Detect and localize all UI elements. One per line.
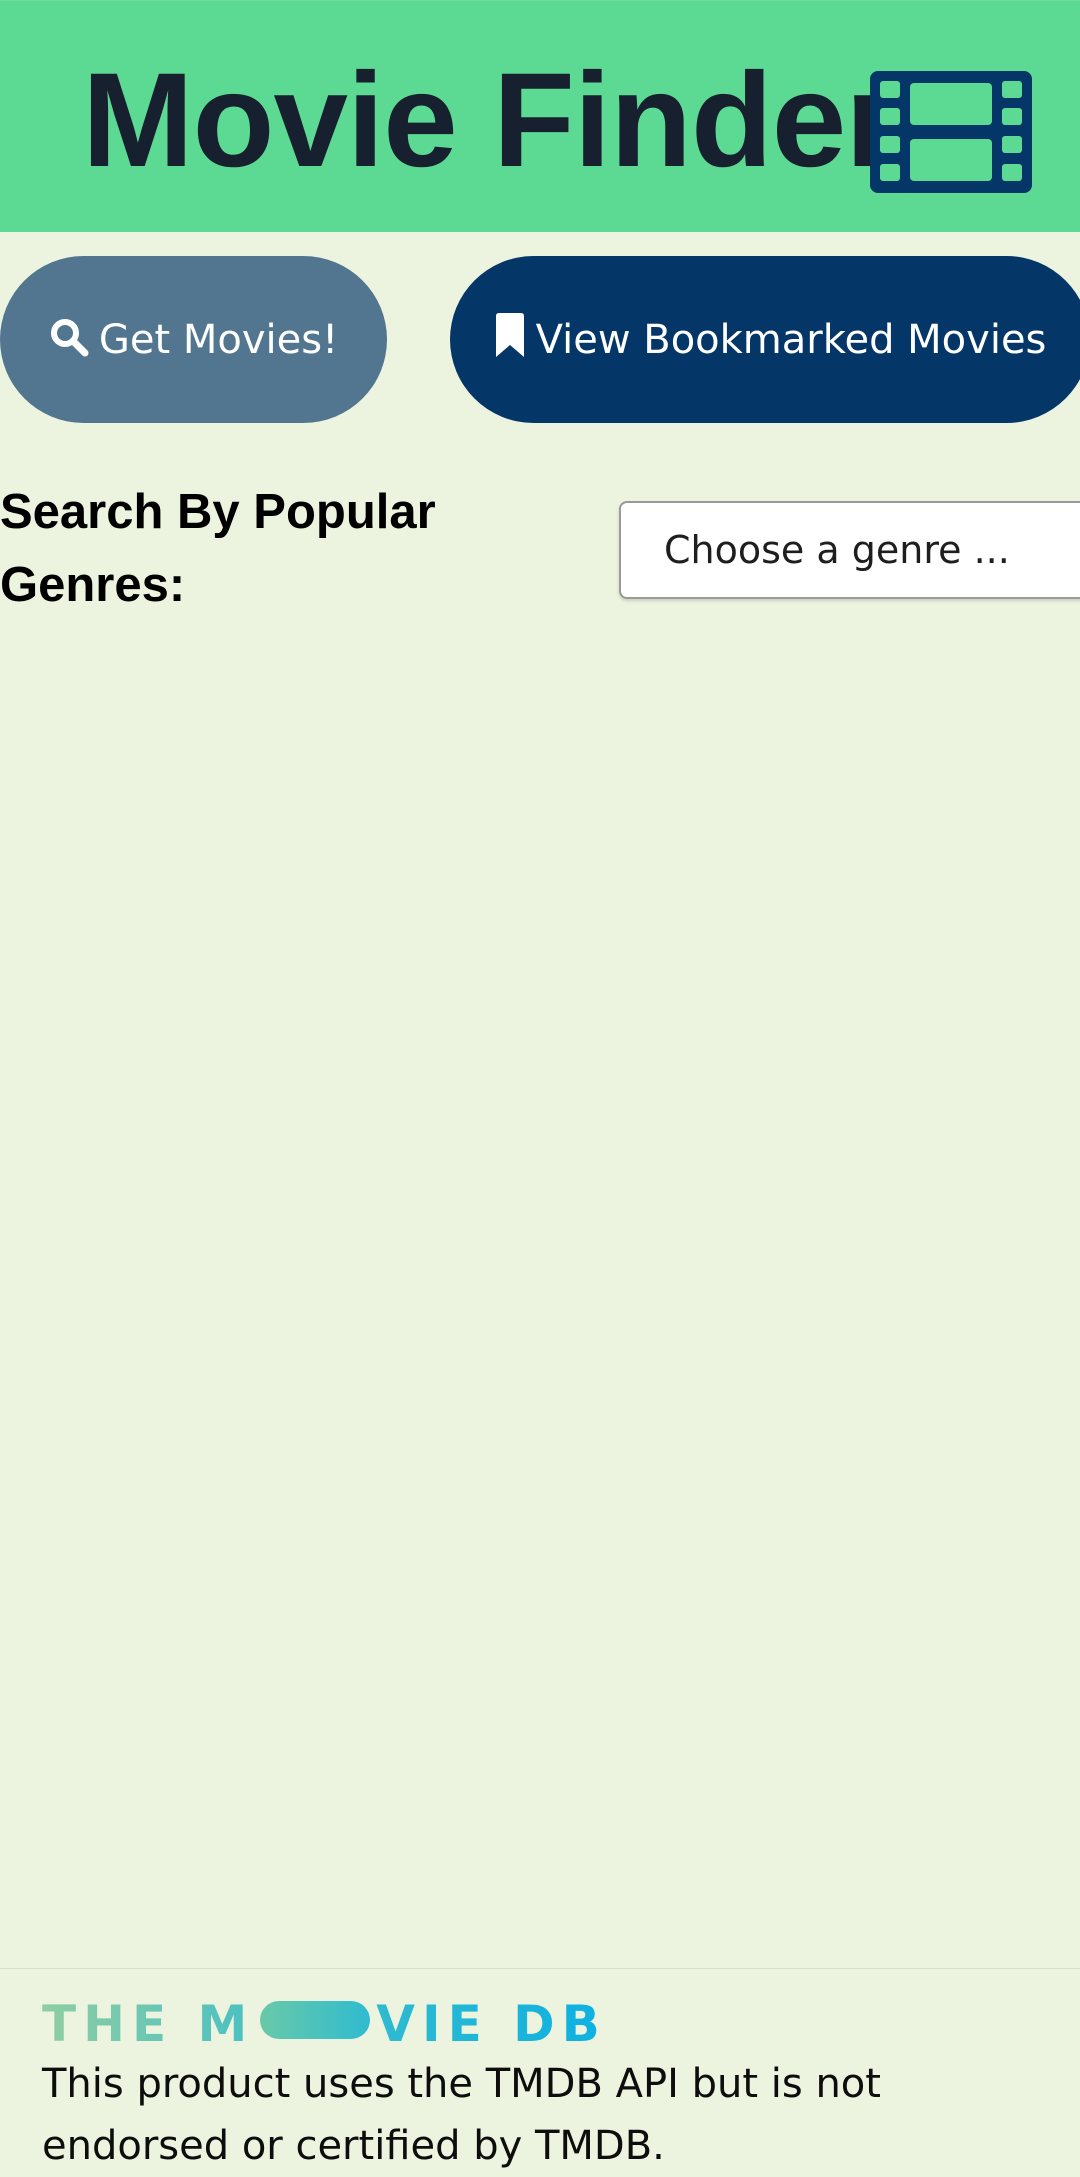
footer: THE M VIE DB This product uses the TMDB A… — [0, 1968, 1080, 2169]
genre-search-label: Search By Popular Genres: — [0, 485, 436, 612]
film-icon — [870, 71, 1032, 193]
genre-select-value: Choose a genre ... — [664, 528, 1010, 572]
app-header: Movie Finder — [0, 0, 1080, 232]
search-icon — [50, 318, 89, 356]
view-bookmarks-button[interactable]: View Bookmarked Movies — [450, 256, 1080, 423]
tmdb-disclaimer: This product uses the TMDB API but is no… — [42, 2061, 881, 2169]
tmdb-logo-pill — [260, 2001, 371, 2039]
app-title: Movie Finder — [82, 46, 897, 195]
tmdb-logo: THE M VIE DB — [42, 1995, 607, 2053]
genre-select[interactable]: Choose a genre ... — [619, 501, 1080, 599]
get-movies-button[interactable]: Get Movies! — [0, 256, 387, 423]
view-bookmarks-label: View Bookmarked Movies — [535, 316, 1047, 363]
get-movies-label: Get Movies! — [98, 316, 339, 363]
bookmark-icon — [495, 312, 524, 357]
